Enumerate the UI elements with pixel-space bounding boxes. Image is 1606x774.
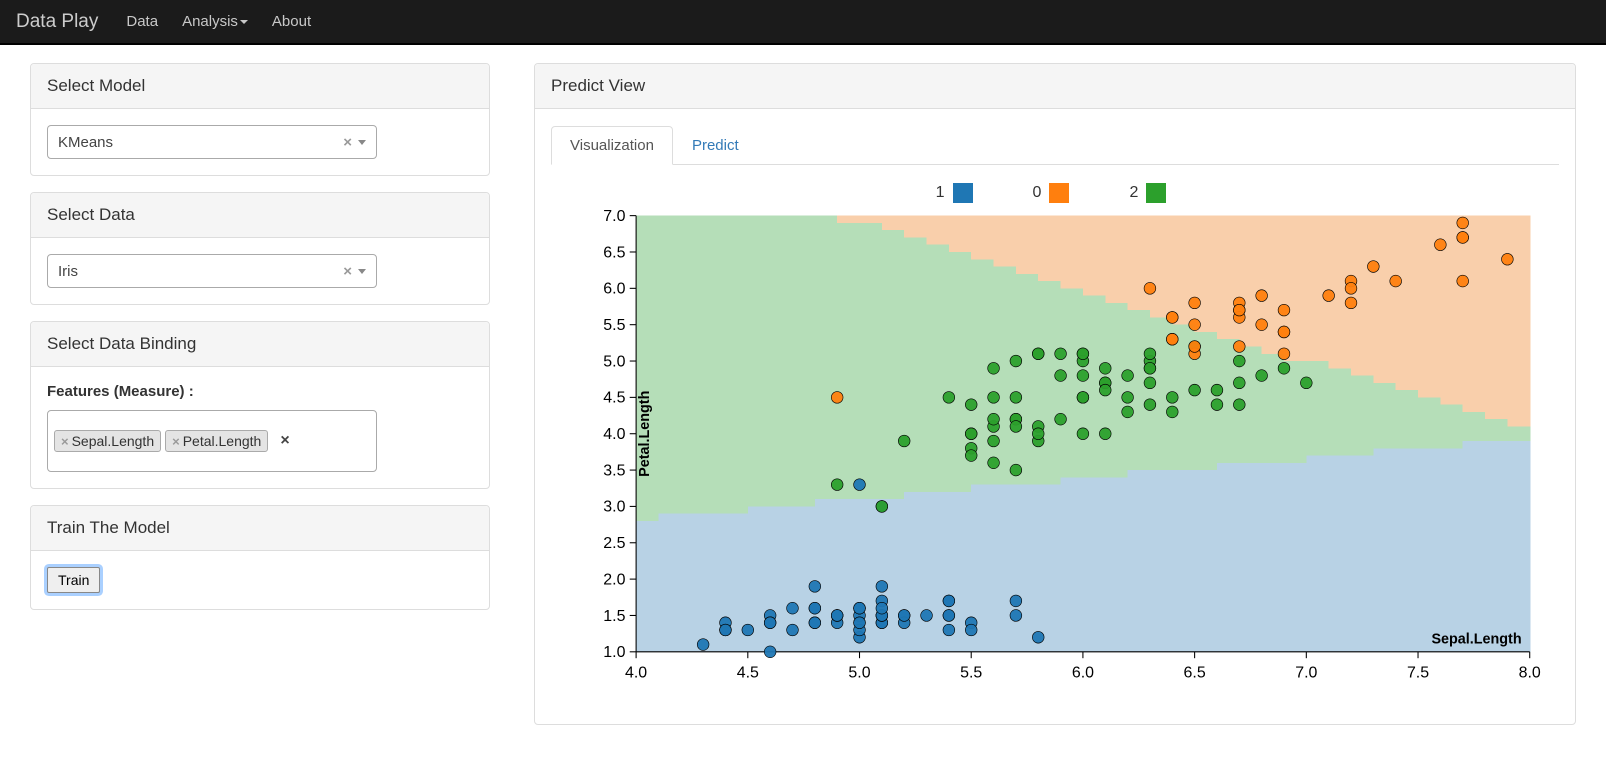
legend-swatch-icon <box>1146 183 1166 203</box>
sidebar: Select Model KMeans × Select Data Iris × <box>30 63 490 725</box>
feature-token-label: Sepal.Length <box>72 433 155 449</box>
nav-link-about[interactable]: About <box>272 13 311 30</box>
remove-token-icon[interactable]: × <box>61 434 69 449</box>
feature-token: × Sepal.Length <box>54 430 161 452</box>
nav-link-data[interactable]: Data <box>126 13 158 30</box>
chevron-down-icon <box>358 140 366 145</box>
legend-swatch-icon <box>953 183 973 203</box>
svg-text:Sepal.Length: Sepal.Length <box>1431 631 1521 647</box>
chart-area: 1 0 2 1.0 1.5 2.0 2.5 3.0 3.5 4.0 4.5 5.0 5.5 6.0 6.5… <box>551 165 1559 708</box>
chart-legend: 1 0 2 <box>551 177 1551 205</box>
svg-text:4.5: 4.5 <box>603 390 625 407</box>
panel-title: Select Data Binding <box>31 322 489 367</box>
train-button[interactable]: Train <box>47 567 100 593</box>
feature-token-label: Petal.Length <box>183 433 262 449</box>
clear-icon[interactable]: × <box>343 134 352 151</box>
panel-select-data: Select Data Iris × <box>30 192 490 305</box>
feature-token: × Petal.Length <box>165 430 268 452</box>
svg-text:8.0: 8.0 <box>1519 664 1541 681</box>
chevron-down-icon <box>358 269 366 274</box>
svg-text:7.0: 7.0 <box>603 208 625 225</box>
nav-link-label: Analysis <box>182 13 238 30</box>
svg-text:1.0: 1.0 <box>603 644 625 661</box>
model-select[interactable]: KMeans × <box>47 125 377 159</box>
result-tabs: Visualization Predict <box>551 125 1559 165</box>
svg-text:3.5: 3.5 <box>603 462 625 479</box>
model-select-value: KMeans <box>58 134 113 151</box>
features-multiselect[interactable]: × Sepal.Length × Petal.Length × <box>47 410 377 472</box>
svg-text:6.0: 6.0 <box>603 281 625 298</box>
svg-text:7.5: 7.5 <box>1407 664 1429 681</box>
svg-text:2.5: 2.5 <box>603 535 625 552</box>
panel-data-binding: Select Data Binding Features (Measure) :… <box>30 321 490 489</box>
panel-predict-view: Predict View Visualization Predict 1 0 2 1… <box>534 63 1576 725</box>
svg-text:Petal.Length: Petal.Length <box>637 391 653 477</box>
clear-icon[interactable]: × <box>343 263 352 280</box>
legend-label: 1 <box>936 184 945 202</box>
svg-text:6.5: 6.5 <box>1184 664 1206 681</box>
legend-item[interactable]: 0 <box>1033 183 1070 203</box>
legend-swatch-icon <box>1049 183 1069 203</box>
panel-train: Train The Model Train <box>30 505 490 610</box>
svg-text:1.5: 1.5 <box>603 608 625 625</box>
svg-text:6.5: 6.5 <box>603 244 625 261</box>
panel-title: Train The Model <box>31 506 489 551</box>
svg-text:6.0: 6.0 <box>1072 664 1094 681</box>
panel-title: Select Data <box>31 193 489 238</box>
svg-text:5.5: 5.5 <box>960 664 982 681</box>
svg-text:7.0: 7.0 <box>1295 664 1317 681</box>
remove-token-icon[interactable]: × <box>172 434 180 449</box>
legend-label: 0 <box>1033 184 1042 202</box>
caret-down-icon <box>240 20 248 24</box>
clear-all-icon[interactable]: × <box>280 432 289 450</box>
svg-text:4.0: 4.0 <box>603 426 625 443</box>
tab-predict[interactable]: Predict <box>673 126 758 165</box>
svg-text:5.0: 5.0 <box>848 664 870 681</box>
scatter-chart: 1.0 1.5 2.0 2.5 3.0 3.5 4.0 4.5 5.0 5.5 6.0 6.5 7.0 4… <box>551 205 1551 705</box>
navbar: Data Play Data Analysis About <box>0 0 1606 45</box>
legend-item[interactable]: 1 <box>936 183 973 203</box>
data-select-value: Iris <box>58 263 78 280</box>
svg-text:3.0: 3.0 <box>603 499 625 516</box>
panel-title: Select Model <box>31 64 489 109</box>
svg-text:4.5: 4.5 <box>737 664 759 681</box>
tab-visualization[interactable]: Visualization <box>551 126 673 165</box>
legend-label: 2 <box>1129 184 1138 202</box>
svg-text:2.0: 2.0 <box>603 571 625 588</box>
panel-select-model: Select Model KMeans × <box>30 63 490 176</box>
panel-title: Predict View <box>535 64 1575 109</box>
data-select[interactable]: Iris × <box>47 254 377 288</box>
nav-link-analysis[interactable]: Analysis <box>182 13 248 30</box>
features-label: Features (Measure) : <box>47 383 473 400</box>
svg-text:5.5: 5.5 <box>603 317 625 334</box>
svg-text:4.0: 4.0 <box>625 664 647 681</box>
legend-item[interactable]: 2 <box>1129 183 1166 203</box>
svg-text:5.0: 5.0 <box>603 353 625 370</box>
brand[interactable]: Data Play <box>16 11 98 33</box>
